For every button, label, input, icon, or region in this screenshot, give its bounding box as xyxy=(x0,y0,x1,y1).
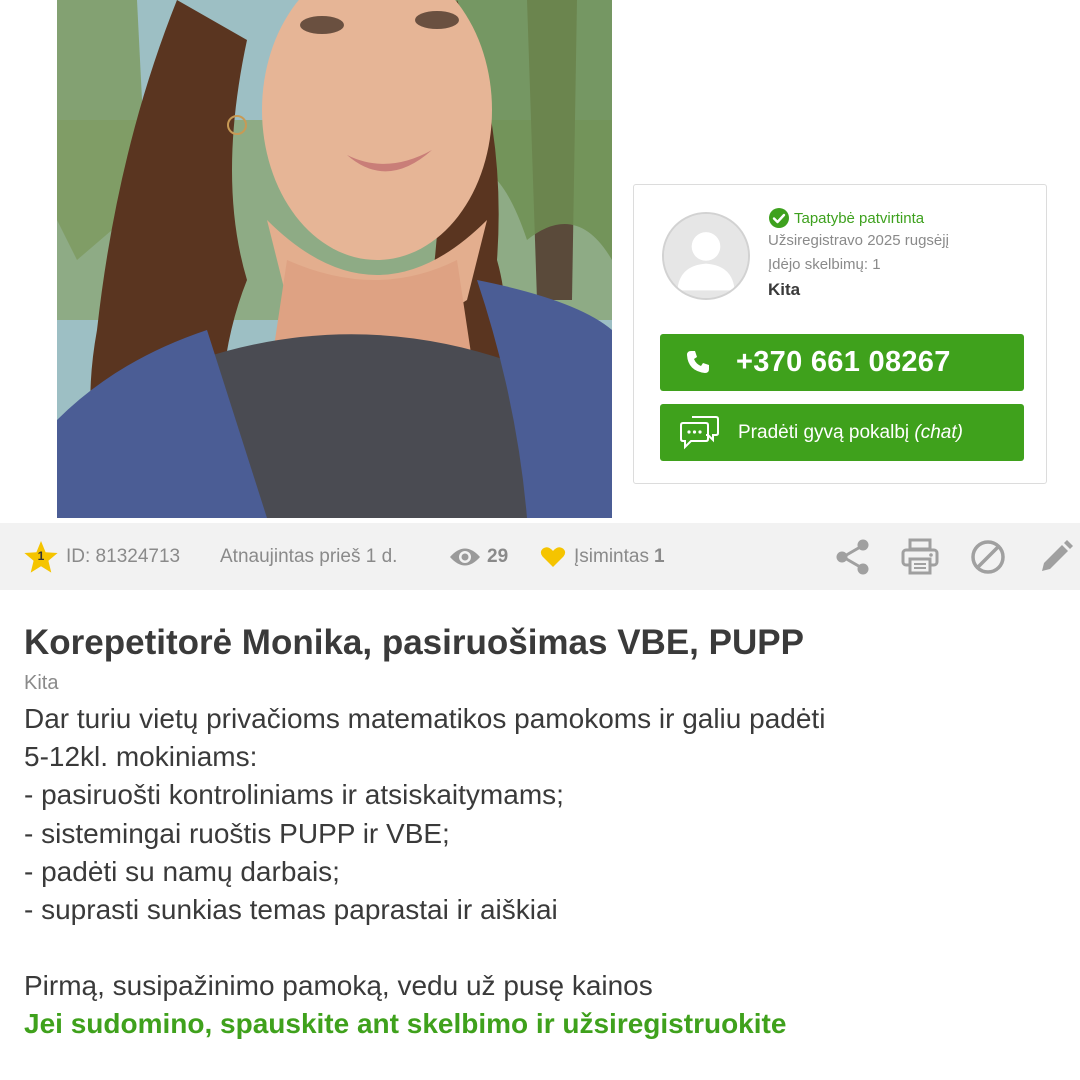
share-icon xyxy=(836,539,869,575)
listing-content: Korepetitorė Monika, pasiruošimas VBE, P… xyxy=(24,620,1064,1043)
saved-label: Įsimintas xyxy=(574,545,649,567)
share-button[interactable] xyxy=(833,537,873,577)
verified-label: Tapatybė patvirtinta xyxy=(794,209,925,227)
seller-avatar[interactable] xyxy=(662,212,750,300)
edit-button[interactable] xyxy=(1036,537,1076,577)
description-line: Dar turiu vietų privačioms matematikos p… xyxy=(24,703,826,734)
listing-description: Dar turiu vietų privačioms matematikos p… xyxy=(24,700,1064,1043)
heart-icon xyxy=(540,546,566,567)
seller-registered: Užsiregistravo 2025 rugsėjį xyxy=(768,232,949,249)
views-counter: 29 xyxy=(449,523,508,590)
listing-title: Korepetitorė Monika, pasiruošimas VBE, P… xyxy=(24,623,804,662)
check-circle-icon xyxy=(769,208,789,228)
seller-info: Tapatybė patvirtinta Užsiregistravo 2025… xyxy=(768,207,1028,303)
verified-badge: Tapatybė patvirtinta xyxy=(768,207,1028,229)
seller-ads-count: Įdėjo skelbimų: 1 xyxy=(768,256,881,273)
block-icon xyxy=(971,540,1005,574)
print-button[interactable] xyxy=(900,537,940,577)
seller-card: Tapatybė patvirtinta Užsiregistravo 2025… xyxy=(633,184,1047,484)
listing-category: Kita xyxy=(24,672,59,694)
views-count: 29 xyxy=(487,545,509,567)
offer-line: Pirmą, susipažinimo pamoką, vedu už pusę… xyxy=(24,970,653,1002)
listing-photo[interactable] xyxy=(57,0,612,518)
star-badge: 1 xyxy=(23,540,59,574)
description-line: - suprasti sunkias temas paprastai ir ai… xyxy=(24,894,558,926)
updated-time: Atnaujintas prieš 1 d. xyxy=(220,545,398,567)
description-line: - sistemingai ruoštis PUPP ir VBE; xyxy=(24,817,450,849)
cta-line: Jei sudomino, spauskite ant skelbimo ir … xyxy=(24,1008,787,1040)
phone-number: +370 661 08267 xyxy=(736,346,951,378)
description-line: 5-12kl. mokiniams: xyxy=(24,741,258,773)
start-chat-label: Pradėti gyvą pokalbį (chat) xyxy=(738,422,963,444)
eye-icon xyxy=(450,548,480,565)
phone-button[interactable]: +370 661 08267 xyxy=(660,334,1024,391)
saved-count: 1 xyxy=(653,545,665,567)
photo-illustration xyxy=(57,0,612,518)
listing-id: ID: 81324713 xyxy=(66,545,181,567)
chat-bubbles-icon xyxy=(680,416,719,450)
save-toggle[interactable]: Įsimintas 1 xyxy=(540,523,665,590)
start-chat-button[interactable]: Pradėti gyvą pokalbį (chat) xyxy=(660,404,1024,461)
star-badge-number: 1 xyxy=(37,549,45,563)
description-line: - padėti su namų darbais; xyxy=(24,855,340,887)
chat-label-suffix: (chat) xyxy=(914,421,963,443)
user-placeholder-icon xyxy=(664,214,748,298)
description-spacer xyxy=(24,929,1064,967)
description-line: - pasiruošti kontroliniams ir atsiskaity… xyxy=(24,779,564,811)
pencil-icon xyxy=(1042,540,1073,571)
report-button[interactable] xyxy=(968,537,1008,577)
seller-category: Kita xyxy=(768,280,801,299)
printer-icon xyxy=(901,538,939,575)
phone-icon xyxy=(687,351,709,373)
listing-stats-bar: 1 ID: 81324713 Atnaujintas prieš 1 d. 29… xyxy=(0,523,1080,590)
chat-label-main: Pradėti gyvą pokalbį xyxy=(738,421,910,443)
